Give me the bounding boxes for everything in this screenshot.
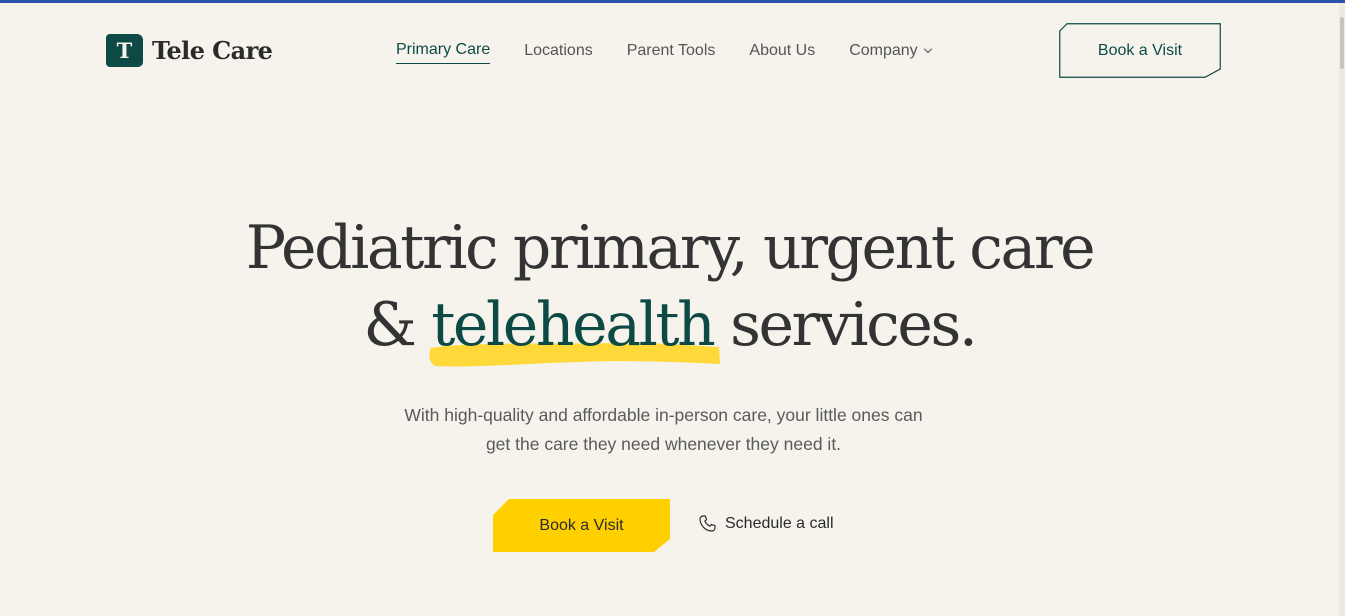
nav-locations[interactable]: Locations	[524, 42, 593, 64]
scrollbar-thumb[interactable]	[1340, 17, 1344, 69]
chevron-down-icon	[923, 44, 932, 53]
hero-title: Pediatric primary, urgent care & telehea…	[0, 210, 1339, 367]
logo-text: Tele Care	[152, 36, 273, 65]
hero-title-amp: &	[363, 290, 416, 360]
nav-company-label: Company	[849, 41, 918, 59]
schedule-call-label: Schedule a call	[725, 514, 834, 532]
header-book-visit-label: Book a Visit	[1097, 41, 1183, 59]
site-header: T Tele Care Primary Care Locations Paren…	[0, 3, 1339, 95]
schedule-call-link[interactable]: Schedule a call	[698, 514, 834, 533]
logo[interactable]: T Tele Care	[106, 34, 273, 67]
nav-company[interactable]: Company	[849, 41, 932, 64]
scrollbar[interactable]	[1339, 3, 1345, 616]
hero-title-end: services.	[730, 290, 978, 360]
hero-title-highlight: telehealth	[429, 287, 721, 367]
phone-icon	[699, 515, 716, 532]
nav-parent-tools[interactable]: Parent Tools	[627, 42, 716, 64]
hero-title-line1: Pediatric primary, urgent care	[245, 213, 1096, 283]
hero-subtitle-line1: With high-quality and affordable in-pers…	[404, 405, 923, 425]
nav-primary-care[interactable]: Primary Care	[396, 41, 491, 64]
header-book-visit-button[interactable]: Book a Visit	[1059, 23, 1221, 78]
main-nav: Primary Care Locations Parent Tools Abou…	[396, 41, 965, 64]
nav-about-us[interactable]: About Us	[749, 42, 815, 64]
hero-book-visit-button[interactable]: Book a Visit	[493, 499, 670, 552]
hero-subtitle-line2: get the care they need whenever they nee…	[485, 434, 842, 454]
hero-book-visit-label: Book a Visit	[539, 516, 624, 534]
logo-mark: T	[106, 34, 143, 67]
hero-subtitle: With high-quality and affordable in-pers…	[370, 401, 957, 459]
